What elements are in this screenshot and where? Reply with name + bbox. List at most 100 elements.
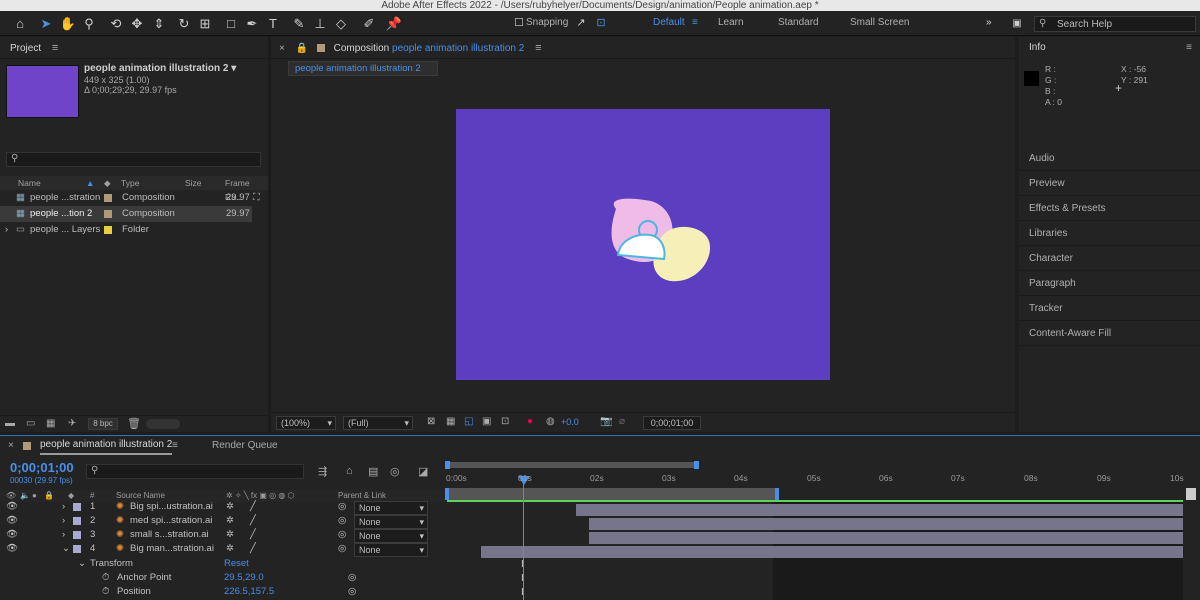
column-name[interactable]: Name: [18, 176, 41, 190]
label-swatch[interactable]: [73, 531, 81, 539]
column-size[interactable]: Size: [185, 176, 202, 190]
sync-settings-icon[interactable]: ▣: [1008, 15, 1026, 32]
bpc-button[interactable]: 8 bpc: [88, 418, 118, 430]
pan-tool-icon[interactable]: ✥: [128, 15, 146, 32]
comp-end-marker[interactable]: [1186, 488, 1196, 500]
panel-menu-icon[interactable]: ≡: [535, 42, 541, 54]
composition-name[interactable]: people animation illustration 2: [392, 43, 524, 54]
graph-editor-icon[interactable]: ◪: [418, 465, 428, 478]
render-icon[interactable]: ✈: [68, 418, 76, 429]
project-row[interactable]: › ▭ people ... Layers Folder: [0, 222, 268, 238]
home-icon[interactable]: ⌂: [11, 15, 29, 32]
frame-blending-icon[interactable]: ◎: [390, 465, 400, 478]
navigator-end-handle[interactable]: [694, 461, 699, 469]
snap-options-icon[interactable]: ↗: [572, 15, 590, 32]
column-type[interactable]: Type: [121, 176, 139, 190]
project-search-input[interactable]: ⚲: [6, 152, 261, 167]
clone-stamp-tool-icon[interactable]: ⊥: [311, 15, 329, 32]
magnification-dropdown[interactable]: (100%) ▾: [276, 416, 336, 430]
workspace-small-screen[interactable]: Small Screen: [850, 17, 909, 28]
lock-icon[interactable]: 🔒: [296, 43, 308, 54]
transparency-grid-icon[interactable]: ▦: [446, 416, 455, 427]
composition-tab[interactable]: people animation illustration 2: [288, 61, 438, 76]
hand-tool-icon[interactable]: ✋: [59, 15, 77, 32]
chevron-right-icon[interactable]: ›: [62, 514, 65, 528]
current-time[interactable]: 0;00;01;00: [10, 460, 74, 475]
parent-dropdown[interactable]: None ▾: [354, 529, 428, 543]
quality-switch-icon[interactable]: ╱: [250, 514, 256, 528]
show-channel-icon[interactable]: ●: [527, 416, 533, 427]
composition-canvas[interactable]: [456, 109, 830, 380]
eye-icon[interactable]: 👁: [6, 542, 18, 556]
trash-icon[interactable]: 🗑: [127, 417, 141, 430]
eye-icon[interactable]: 👁: [6, 514, 18, 528]
panel-preview[interactable]: Preview: [1019, 171, 1200, 196]
workspace-standard[interactable]: Standard: [778, 17, 819, 28]
panel-audio[interactable]: Audio: [1019, 146, 1200, 171]
region-of-interest-icon[interactable]: ▣: [482, 416, 491, 427]
label-swatch[interactable]: [104, 194, 112, 202]
panel-libraries[interactable]: Libraries: [1019, 221, 1200, 246]
panel-menu-icon[interactable]: ≡: [1186, 37, 1192, 59]
label-swatch[interactable]: [73, 517, 81, 525]
layer-bar-3[interactable]: [589, 532, 1183, 544]
stopwatch-icon[interactable]: ⏱: [102, 571, 109, 585]
timeline-search-input[interactable]: ⚲: [86, 464, 304, 479]
quality-switch-icon[interactable]: ╱: [250, 528, 256, 542]
exposure-value[interactable]: +0.0: [561, 417, 579, 427]
label-swatch[interactable]: [104, 210, 112, 218]
layer-row[interactable]: 👁 › 1 ✺ Big spi...ustration.ai ✲ ╱ ◎ Non…: [0, 500, 445, 515]
snap-grid-icon[interactable]: ⊡: [592, 15, 610, 32]
new-composition-icon[interactable]: ▦: [46, 418, 55, 429]
roto-brush-tool-icon[interactable]: ✐: [360, 15, 378, 32]
chevron-right-icon[interactable]: ›: [62, 500, 65, 514]
work-area-end-handle[interactable]: [775, 488, 779, 500]
layer-row[interactable]: 👁 › 2 ✺ med spi...stration.ai ✲ ╱ ◎ None…: [0, 514, 445, 529]
work-area-start-handle[interactable]: [445, 488, 449, 500]
keyframe-indicator[interactable]: I: [521, 573, 524, 584]
search-help-box[interactable]: ⚲ Search Help: [1034, 16, 1196, 32]
panel-menu-icon[interactable]: ≡: [52, 42, 58, 54]
eye-icon[interactable]: 👁: [6, 528, 18, 542]
pen-tool-icon[interactable]: ✒: [243, 15, 261, 32]
property-row[interactable]: ⏱ Anchor Point 29.5,29.0 ◎: [0, 571, 445, 585]
close-icon[interactable]: ×: [279, 43, 285, 54]
project-row[interactable]: ▦ people ...stration Composition 29.97 ⛶: [0, 190, 268, 206]
rectangle-tool-icon[interactable]: □: [222, 15, 240, 32]
resolution-dropdown[interactable]: (Full) ▾: [343, 416, 413, 430]
fast-previews-icon[interactable]: ⊠: [427, 416, 435, 427]
flowchart-icon[interactable]: ⛶: [253, 190, 260, 206]
workspace-learn[interactable]: Learn: [718, 17, 744, 28]
render-queue-tab[interactable]: Render Queue: [212, 436, 278, 456]
parent-dropdown[interactable]: None ▾: [354, 515, 428, 529]
shy-switch-icon[interactable]: ✲: [226, 542, 234, 556]
parent-dropdown[interactable]: None ▾: [354, 501, 428, 515]
panel-content-aware-fill[interactable]: Content-Aware Fill: [1019, 321, 1200, 346]
zoom-tool-icon[interactable]: ⚲: [80, 15, 98, 32]
chevron-right-icon[interactable]: ›: [62, 528, 65, 542]
layer-bar-2[interactable]: [589, 518, 1183, 530]
pick-whip-icon[interactable]: ◎: [348, 585, 356, 599]
draft-3d-icon[interactable]: ⌂: [346, 465, 353, 477]
timeline-tab[interactable]: people animation illustration 2: [40, 436, 173, 455]
property-row[interactable]: ⏱ Position 226.5,157.5 ◎: [0, 585, 445, 599]
show-snapshot-icon[interactable]: ⌀: [619, 416, 625, 427]
sort-ascending-icon[interactable]: ▲: [86, 176, 94, 190]
workspace-default[interactable]: Default: [653, 17, 685, 28]
mask-visibility-icon[interactable]: ◱: [464, 416, 473, 427]
navigator-start-handle[interactable]: [445, 461, 450, 469]
position-value[interactable]: 226.5,157.5: [224, 585, 274, 599]
pick-whip-icon[interactable]: ◎: [338, 500, 346, 514]
pick-whip-icon[interactable]: ◎: [338, 528, 346, 542]
panel-tracker[interactable]: Tracker: [1019, 296, 1200, 321]
transform-group-row[interactable]: ⌄ Transform Reset: [0, 557, 445, 571]
pick-whip-icon[interactable]: ◎: [338, 514, 346, 528]
panel-menu-icon[interactable]: ≡: [172, 436, 178, 456]
reset-exposure-icon[interactable]: ◍: [546, 416, 555, 427]
keyframe-indicator[interactable]: I: [521, 587, 524, 598]
shy-switch-icon[interactable]: ✲: [226, 514, 234, 528]
eye-icon[interactable]: 👁: [6, 500, 18, 514]
comp-flowchart-icon[interactable]: ⇶: [318, 465, 327, 478]
project-row-selected[interactable]: ▦ people ...tion 2 Composition 29.97: [0, 206, 252, 222]
orbit-tool-icon[interactable]: ⟲: [107, 15, 125, 32]
